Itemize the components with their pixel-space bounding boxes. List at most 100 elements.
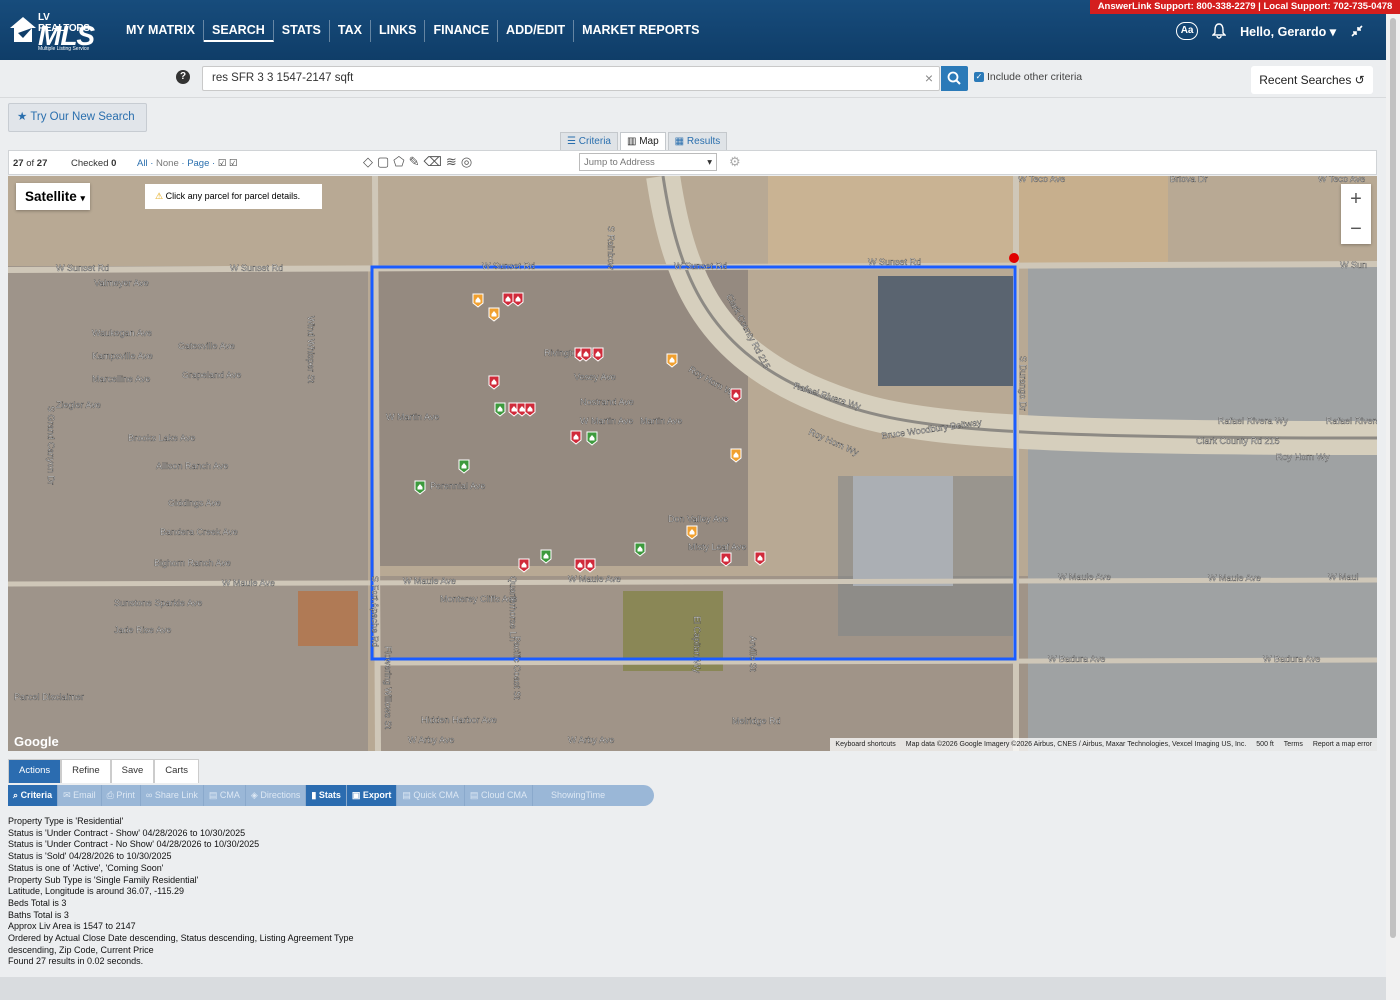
cloud-cma-button[interactable]: ▤ Cloud CMA bbox=[465, 785, 533, 806]
criteria-button[interactable]: ⌕ Criteria bbox=[8, 785, 59, 806]
satellite-map[interactable]: W Sunset Rd W Sunset Rd W Sunset Rd W Sunse… bbox=[8, 176, 1377, 751]
boundary-handle[interactable] bbox=[1009, 253, 1019, 263]
keyboard-shortcuts-link[interactable]: Keyboard shortcuts bbox=[835, 738, 895, 751]
cma-button[interactable]: ▤ CMA bbox=[204, 785, 246, 806]
jump-to-address-input[interactable]: Jump to Address ▾ bbox=[579, 153, 717, 171]
map-type-selector[interactable]: Satellite ▾ bbox=[16, 183, 90, 210]
map-road-label: W Teco Ave bbox=[1018, 176, 1065, 184]
menu-finance[interactable]: FINANCE bbox=[425, 20, 499, 42]
tab-results[interactable]: ▦ Results bbox=[667, 132, 728, 150]
map-toolbar: 27 of 27 Checked 0 All · None · Page · ☑… bbox=[8, 150, 1377, 175]
layers-icon[interactable]: ≋ bbox=[446, 154, 457, 170]
showingtime-button[interactable]: ShowingTime bbox=[533, 785, 623, 806]
tab-carts[interactable]: Carts bbox=[154, 759, 199, 783]
desert-lot-northeast bbox=[1018, 176, 1168, 266]
stats-button[interactable]: ▮ Stats bbox=[306, 785, 347, 806]
terms-link[interactable]: Terms bbox=[1284, 738, 1303, 751]
rectangle-draw-icon[interactable]: ▢ bbox=[377, 154, 389, 170]
map-road-label: W Arby Ave bbox=[408, 735, 454, 745]
include-other-criteria[interactable]: ✓ Include other criteria bbox=[974, 71, 1082, 83]
menu-market-reports[interactable]: MARKET REPORTS bbox=[574, 20, 707, 42]
lvr-mls-logo[interactable]: LV REALTORS MLS Multiple Listing Service bbox=[8, 8, 100, 54]
eraser-icon[interactable]: ⌫ bbox=[424, 154, 442, 170]
tab-map[interactable]: ▥ Map bbox=[619, 132, 666, 150]
collapse-icon[interactable] bbox=[1350, 24, 1364, 38]
menu-links[interactable]: LINKS bbox=[371, 20, 426, 42]
select-none-link[interactable]: None bbox=[156, 158, 179, 169]
search-button[interactable] bbox=[941, 66, 968, 91]
zoom-out-button[interactable]: − bbox=[1341, 214, 1371, 244]
check-all-icon[interactable]: ☑ bbox=[229, 158, 238, 169]
menu-tax[interactable]: TAX bbox=[330, 20, 371, 42]
pencil-icon[interactable]: ✎ bbox=[409, 154, 420, 170]
map-road-label: Bighorn Ranch Ave bbox=[154, 558, 231, 568]
menu-add-edit[interactable]: ADD/EDIT bbox=[498, 20, 575, 42]
polygon-draw-icon[interactable]: ⬠ bbox=[393, 154, 404, 170]
dropdown-caret-icon: ▾ bbox=[707, 157, 712, 168]
cloud-cma-button-label: Cloud CMA bbox=[480, 790, 527, 800]
help-icon[interactable]: ? bbox=[176, 70, 190, 84]
nav-right: Aa Hello, Gerardo ▾ bbox=[1176, 22, 1364, 40]
share-link-button[interactable]: ∞ Share Link bbox=[141, 785, 204, 806]
tab-save[interactable]: Save bbox=[110, 759, 155, 783]
export-button[interactable]: ▣ Export bbox=[346, 785, 398, 806]
check-icon[interactable]: ☑ bbox=[218, 158, 227, 169]
zoom-in-button[interactable]: + bbox=[1341, 184, 1371, 214]
radius-draw-icon[interactable]: ◇ bbox=[363, 154, 373, 170]
scale-label[interactable]: 500 ft bbox=[1256, 738, 1274, 751]
tab-results-label: Results bbox=[686, 136, 721, 147]
map-road-label: Parcel Disclaimer bbox=[14, 692, 84, 702]
map-road-label: Allison Ranch Ave bbox=[156, 461, 228, 471]
map-road-label: W Badura Ave bbox=[1048, 654, 1105, 664]
map-road-label: Waukegan Ave bbox=[92, 328, 152, 338]
include-criteria-checkbox[interactable]: ✓ bbox=[974, 72, 984, 82]
try-new-search-button[interactable]: ★ Try Our New Search bbox=[8, 103, 147, 132]
map-road-label: Wind Whisper St bbox=[306, 316, 316, 384]
map-road-label: W Maule Ave bbox=[222, 578, 275, 588]
print-button[interactable]: ⎙ Print bbox=[102, 785, 141, 806]
clear-search-icon[interactable]: × bbox=[925, 70, 933, 86]
text-size-button[interactable]: Aa bbox=[1176, 22, 1199, 40]
tab-actions[interactable]: Actions bbox=[8, 759, 62, 783]
scrollbar-thumb[interactable] bbox=[1390, 18, 1396, 938]
directions-button[interactable]: ◈ Directions bbox=[246, 785, 307, 806]
tab-criteria[interactable]: ☰ Criteria bbox=[560, 132, 618, 150]
house-logo-icon bbox=[10, 17, 36, 42]
bell-icon[interactable] bbox=[1212, 23, 1227, 39]
recent-searches-button[interactable]: Recent Searches ↺ bbox=[1251, 66, 1373, 94]
map-road-label: Kampsville Ave bbox=[92, 351, 153, 361]
quick-cma-button[interactable]: ▤ Quick CMA bbox=[397, 785, 465, 806]
map-road-label: Misty Leaf Ave bbox=[688, 542, 746, 552]
results-found: Found 27 results in 0.02 seconds. bbox=[8, 956, 144, 967]
email-button[interactable]: ✉ Email bbox=[58, 785, 102, 806]
target-icon[interactable]: ◎ bbox=[461, 154, 472, 170]
menu-search[interactable]: SEARCH bbox=[203, 20, 274, 42]
criteria-line: Status is 'Sold' 04/28/2026 to 10/30/202… bbox=[8, 851, 172, 862]
gear-icon[interactable]: ⚙ bbox=[729, 154, 741, 170]
criteria-line: Baths Total is 3 bbox=[8, 909, 69, 920]
parcel-hint: ⚠ Click any parcel for parcel details. bbox=[145, 184, 322, 209]
report-error-link[interactable]: Report a map error bbox=[1313, 738, 1372, 751]
search-criteria-summary: Property Type is 'Residential' Status is… bbox=[8, 816, 354, 968]
select-all-link[interactable]: All bbox=[137, 158, 148, 169]
commercial-east bbox=[1028, 266, 1377, 751]
parcel-hint-text: Click any parcel for parcel details. bbox=[165, 191, 301, 201]
magnifier-icon: ⌕ bbox=[13, 790, 19, 800]
print-button-label: Print bbox=[116, 790, 135, 800]
page-scrollbar[interactable] bbox=[1386, 0, 1400, 1000]
total-count: 27 bbox=[36, 158, 48, 169]
tab-refine[interactable]: Refine bbox=[61, 759, 111, 783]
map-road-label: Pacific Coast St bbox=[512, 636, 522, 700]
map-icon: ▥ bbox=[626, 136, 637, 147]
menu-stats[interactable]: STATS bbox=[274, 20, 330, 42]
parking-lot-ne bbox=[878, 276, 1018, 386]
user-menu[interactable]: Hello, Gerardo ▾ bbox=[1240, 24, 1336, 39]
map-imagery[interactable]: W Sunset Rd W Sunset Rd W Sunset Rd W Sunse… bbox=[8, 176, 1377, 751]
select-page-link[interactable]: Page bbox=[187, 158, 209, 169]
speedbar-search-input[interactable]: res SFR 3 3 1547-2147 sqft × bbox=[202, 66, 940, 91]
map-road-label: Briova Dr bbox=[1170, 176, 1208, 184]
result-count: 27 of 27 bbox=[13, 158, 47, 169]
menu-my-matrix[interactable]: MY MATRIX bbox=[118, 20, 204, 42]
search-bar: ? res SFR 3 3 1547-2147 sqft × ✓ Include… bbox=[0, 60, 1386, 98]
map-road-label: Don Valley Ave bbox=[668, 514, 728, 524]
